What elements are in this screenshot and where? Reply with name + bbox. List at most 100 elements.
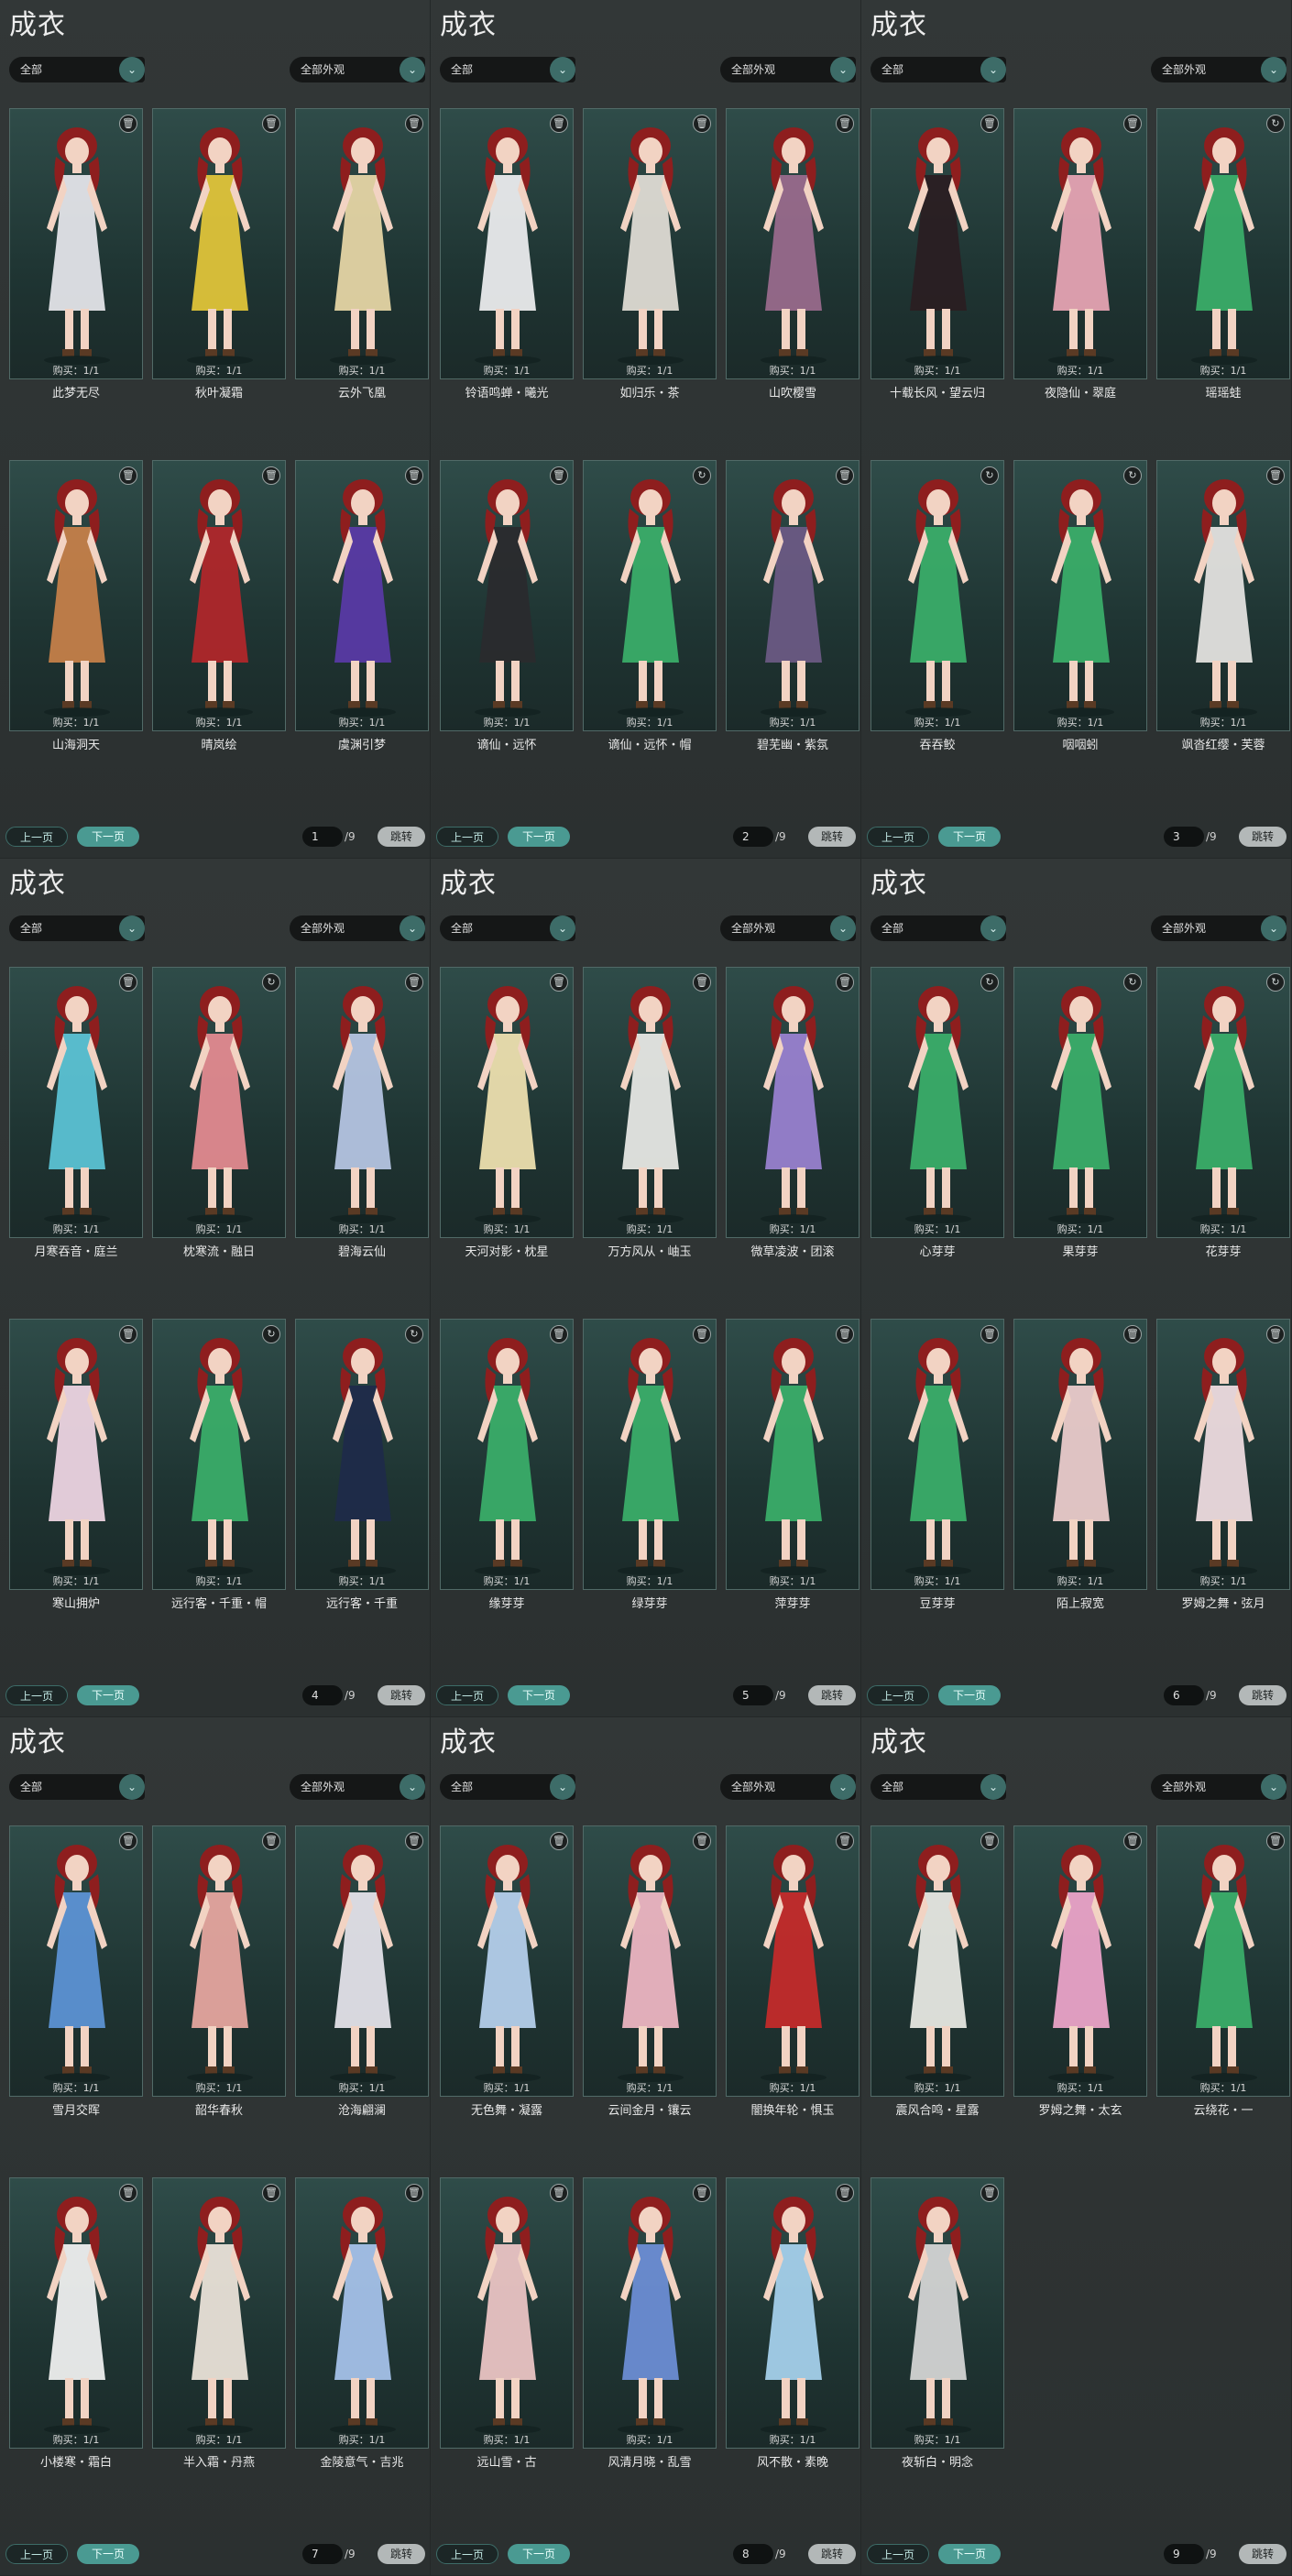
appearance-dropdown[interactable]: 全部外观 ⌄ <box>290 57 425 82</box>
outfit-preview[interactable]: 🗑 <box>583 2177 717 2449</box>
prev-page-button[interactable]: 上一页 <box>867 827 929 847</box>
trash-icon[interactable]: 🗑 <box>836 973 854 992</box>
trash-icon[interactable]: 🗑 <box>1123 1832 1142 1850</box>
trash-icon[interactable]: 🗑 <box>1123 1325 1142 1343</box>
outfit-card[interactable]: 🗑 购买：1/1 此梦无尽 <box>9 108 143 456</box>
outfit-preview[interactable]: ↻ <box>152 967 286 1238</box>
chevron-down-icon[interactable]: ⌄ <box>400 915 425 941</box>
trash-icon[interactable]: 🗑 <box>119 2184 137 2202</box>
outfit-preview[interactable]: 🗑 <box>440 108 574 379</box>
page-number-input[interactable]: 3 <box>1164 827 1204 847</box>
chevron-down-icon[interactable]: ⌄ <box>980 1774 1006 1800</box>
trash-icon[interactable]: 🗑 <box>693 973 711 992</box>
outfit-preview[interactable]: 🗑 <box>726 1319 860 1590</box>
outfit-preview[interactable]: 🗑 <box>870 1825 1004 2097</box>
category-dropdown[interactable]: 全部 ⌄ <box>440 1774 575 1800</box>
outfit-card[interactable]: ↻ 购买：1/1 谪仙・远怀・帽 <box>583 460 717 808</box>
trash-icon[interactable]: 🗑 <box>119 115 137 133</box>
outfit-card[interactable]: 🗑 购买：1/1 罗姆之舞・太玄 <box>1013 1825 1147 2174</box>
outfit-preview[interactable]: 🗑 <box>9 2177 143 2449</box>
next-page-button[interactable]: 下一页 <box>77 1685 139 1705</box>
page-number-input[interactable]: 1 <box>302 827 343 847</box>
next-page-button[interactable]: 下一页 <box>508 827 570 847</box>
trash-icon[interactable]: 🗑 <box>405 2184 423 2202</box>
outfit-preview[interactable]: 🗑 <box>726 967 860 1238</box>
trash-icon[interactable]: 🗑 <box>550 2184 568 2202</box>
outfit-preview[interactable]: ↻ <box>152 1319 286 1590</box>
outfit-preview[interactable]: 🗑 <box>440 967 574 1238</box>
outfit-card[interactable]: 🗑 购买：1/1 半入霜・丹燕 <box>152 2177 286 2526</box>
outfit-card[interactable]: 🗑 购买：1/1 雪月交晖 <box>9 1825 143 2174</box>
page-number-input[interactable]: 8 <box>733 2544 773 2564</box>
appearance-dropdown[interactable]: 全部外观 ⌄ <box>720 915 856 941</box>
outfit-card[interactable]: 🗑 购买：1/1 小楼寒・霜白 <box>9 2177 143 2526</box>
outfit-card[interactable]: 🗑 购买：1/1 沧海翩澜 <box>295 1825 429 2174</box>
outfit-preview[interactable]: 🗑 <box>152 460 286 731</box>
trash-icon[interactable]: 🗑 <box>980 1832 999 1850</box>
chevron-down-icon[interactable]: ⌄ <box>1261 915 1287 941</box>
trash-icon[interactable]: 🗑 <box>405 466 423 485</box>
outfit-preview[interactable]: 🗑 <box>726 2177 860 2449</box>
outfit-preview[interactable]: 🗑 <box>9 108 143 379</box>
outfit-card[interactable]: 🗑 购买：1/1 无色舞・凝露 <box>440 1825 574 2174</box>
outfit-preview[interactable]: 🗑 <box>1013 108 1147 379</box>
trash-icon[interactable]: 🗑 <box>119 466 137 485</box>
outfit-card[interactable]: 🗑 购买：1/1 绿芽芽 <box>583 1319 717 1667</box>
chevron-down-icon[interactable]: ⌄ <box>550 57 575 82</box>
outfit-card[interactable]: 🗑 购买：1/1 夜斩白・明念 <box>870 2177 1004 2526</box>
outfit-card[interactable]: ↻ 购买：1/1 心芽芽 <box>870 967 1004 1315</box>
outfit-preview[interactable]: ↻ <box>583 460 717 731</box>
outfit-preview[interactable]: 🗑 <box>1013 1319 1147 1590</box>
jump-button[interactable]: 跳转 <box>1239 827 1287 847</box>
outfit-preview[interactable]: 🗑 <box>152 1825 286 2097</box>
refresh-icon[interactable]: ↻ <box>980 466 999 485</box>
outfit-card[interactable]: 🗑 购买：1/1 云绕花・一 <box>1156 1825 1290 2174</box>
category-dropdown[interactable]: 全部 ⌄ <box>440 915 575 941</box>
outfit-card[interactable]: 🗑 购买：1/1 风不散・素晚 <box>726 2177 860 2526</box>
outfit-preview[interactable]: 🗑 <box>9 967 143 1238</box>
refresh-icon[interactable]: ↻ <box>980 973 999 992</box>
jump-button[interactable]: 跳转 <box>808 1685 856 1705</box>
outfit-card[interactable]: 🗑 购买：1/1 夜隐仙・翠庭 <box>1013 108 1147 456</box>
appearance-dropdown[interactable]: 全部外观 ⌄ <box>290 915 425 941</box>
outfit-preview[interactable]: 🗑 <box>440 1825 574 2097</box>
outfit-preview[interactable]: 🗑 <box>1156 1825 1290 2097</box>
next-page-button[interactable]: 下一页 <box>938 1685 1001 1705</box>
appearance-dropdown[interactable]: 全部外观 ⌄ <box>720 57 856 82</box>
outfit-card[interactable]: 🗑 购买：1/1 月寒吞音・庭兰 <box>9 967 143 1315</box>
page-number-input[interactable]: 9 <box>1164 2544 1204 2564</box>
outfit-card[interactable]: 🗑 购买：1/1 云间金月・镶云 <box>583 1825 717 2174</box>
prev-page-button[interactable]: 上一页 <box>436 1685 498 1705</box>
appearance-dropdown[interactable]: 全部外观 ⌄ <box>290 1774 425 1800</box>
outfit-preview[interactable]: 🗑 <box>295 967 429 1238</box>
outfit-card[interactable]: 🗑 购买：1/1 飒沓红缨・芙蓉 <box>1156 460 1290 808</box>
refresh-icon[interactable]: ↻ <box>1266 973 1285 992</box>
outfit-preview[interactable]: 🗑 <box>440 2177 574 2449</box>
trash-icon[interactable]: 🗑 <box>693 1832 711 1850</box>
trash-icon[interactable]: 🗑 <box>980 1325 999 1343</box>
category-dropdown[interactable]: 全部 ⌄ <box>9 915 145 941</box>
refresh-icon[interactable]: ↻ <box>262 1325 280 1343</box>
outfit-preview[interactable]: 🗑 <box>9 460 143 731</box>
chevron-down-icon[interactable]: ⌄ <box>400 1774 425 1800</box>
outfit-preview[interactable]: 🗑 <box>583 967 717 1238</box>
outfit-preview[interactable]: 🗑 <box>583 108 717 379</box>
outfit-card[interactable]: 🗑 购买：1/1 天河对影・枕星 <box>440 967 574 1315</box>
trash-icon[interactable]: 🗑 <box>405 115 423 133</box>
outfit-preview[interactable]: ↻ <box>870 967 1004 1238</box>
trash-icon[interactable]: 🗑 <box>693 1325 711 1343</box>
outfit-card[interactable]: ↻ 购买：1/1 花芽芽 <box>1156 967 1290 1315</box>
next-page-button[interactable]: 下一页 <box>508 1685 570 1705</box>
prev-page-button[interactable]: 上一页 <box>5 2544 68 2564</box>
next-page-button[interactable]: 下一页 <box>77 827 139 847</box>
category-dropdown[interactable]: 全部 ⌄ <box>870 915 1006 941</box>
outfit-preview[interactable]: 🗑 <box>9 1825 143 2097</box>
outfit-preview[interactable]: 🗑 <box>1156 460 1290 731</box>
trash-icon[interactable]: 🗑 <box>262 466 280 485</box>
prev-page-button[interactable]: 上一页 <box>867 1685 929 1705</box>
outfit-card[interactable]: 🗑 购买：1/1 晴岚绘 <box>152 460 286 808</box>
chevron-down-icon[interactable]: ⌄ <box>119 915 145 941</box>
trash-icon[interactable]: 🗑 <box>1123 115 1142 133</box>
outfit-card[interactable]: ↻ 购买：1/1 咽咽蚓 <box>1013 460 1147 808</box>
trash-icon[interactable]: 🗑 <box>119 1325 137 1343</box>
